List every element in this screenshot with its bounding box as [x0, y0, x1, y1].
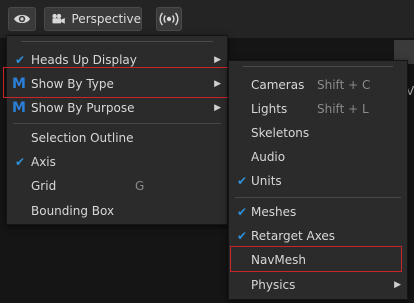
menu-item-label: Meshes	[251, 205, 297, 219]
menu-item-grid[interactable]: Grid G	[7, 174, 227, 198]
movie-camera-icon	[52, 13, 65, 24]
menu-item-label: Audio	[251, 150, 286, 164]
submenu-arrow-icon: ▶	[394, 280, 401, 290]
menu-item-label: Skeletons	[251, 126, 310, 140]
menu-item-label: Physics	[251, 278, 296, 292]
audio-broadcast-icon	[159, 12, 179, 26]
perspective-label: Perspective	[71, 12, 142, 26]
maya-logo-icon: M	[12, 100, 26, 116]
menu-item-physics[interactable]: Physics ▶	[229, 273, 407, 297]
menu-item-label: Retarget Axes	[251, 229, 336, 243]
check-icon: ✔	[14, 53, 26, 67]
menu-separator	[235, 197, 401, 198]
menu-tearoff-line[interactable]	[243, 66, 393, 67]
menu-item-axis[interactable]: ✔ Axis	[7, 150, 227, 174]
submenu-arrow-icon: ▶	[214, 55, 221, 65]
audio-button[interactable]	[156, 7, 182, 31]
menu-item-label: Units	[251, 174, 282, 188]
check-icon: ✔	[236, 174, 248, 188]
menu-item-skeletons[interactable]: Skeletons	[229, 121, 407, 145]
show-menu-button[interactable]	[8, 7, 36, 31]
menu-item-shortcut: G	[135, 179, 145, 193]
show-menu: ✔ Heads Up Display ▶ M Show By Type ▶ M …	[6, 35, 228, 225]
menu-item-label: Heads Up Display	[31, 53, 137, 67]
check-icon: ✔	[14, 155, 26, 169]
menu-tearoff-line[interactable]	[21, 41, 213, 42]
menu-item-units[interactable]: ✔ Units	[229, 169, 407, 193]
menu-item-shortcut: Shift + C	[317, 78, 371, 92]
menu-item-show-by-purpose[interactable]: M Show By Purpose ▶	[7, 96, 227, 120]
menu-item-label: Cameras	[251, 78, 305, 92]
menu-item-shortcut: Shift + L	[317, 102, 369, 116]
highlight-box-navmesh	[230, 246, 402, 272]
eye-icon	[14, 14, 30, 24]
menu-item-label: Selection Outline	[31, 131, 134, 145]
menu-item-retarget-axes[interactable]: ✔ Retarget Axes	[229, 224, 407, 248]
menu-item-label: Show By Purpose	[31, 101, 135, 115]
menu-separator	[13, 123, 221, 124]
camera-perspective-button[interactable]: Perspective	[44, 7, 142, 31]
menu-item-selection-outline[interactable]: Selection Outline	[7, 126, 227, 150]
menu-item-cameras[interactable]: Cameras Shift + C	[229, 73, 407, 97]
menu-item-label: Bounding Box	[31, 204, 115, 218]
menu-item-bounding-box[interactable]: Bounding Box	[7, 199, 227, 223]
menu-item-audio[interactable]: Audio	[229, 145, 407, 169]
menu-item-label: Axis	[31, 155, 56, 169]
submenu-arrow-icon: ▶	[214, 103, 221, 113]
check-icon: ✔	[236, 205, 248, 219]
menu-item-label: Lights	[251, 102, 288, 116]
menu-item-label: Grid	[31, 179, 57, 193]
menu-item-lights[interactable]: Lights Shift + L	[229, 97, 407, 121]
check-icon: ✔	[236, 229, 248, 243]
highlight-box-show-by-type	[3, 67, 229, 98]
menu-item-meshes[interactable]: ✔ Meshes	[229, 200, 407, 224]
